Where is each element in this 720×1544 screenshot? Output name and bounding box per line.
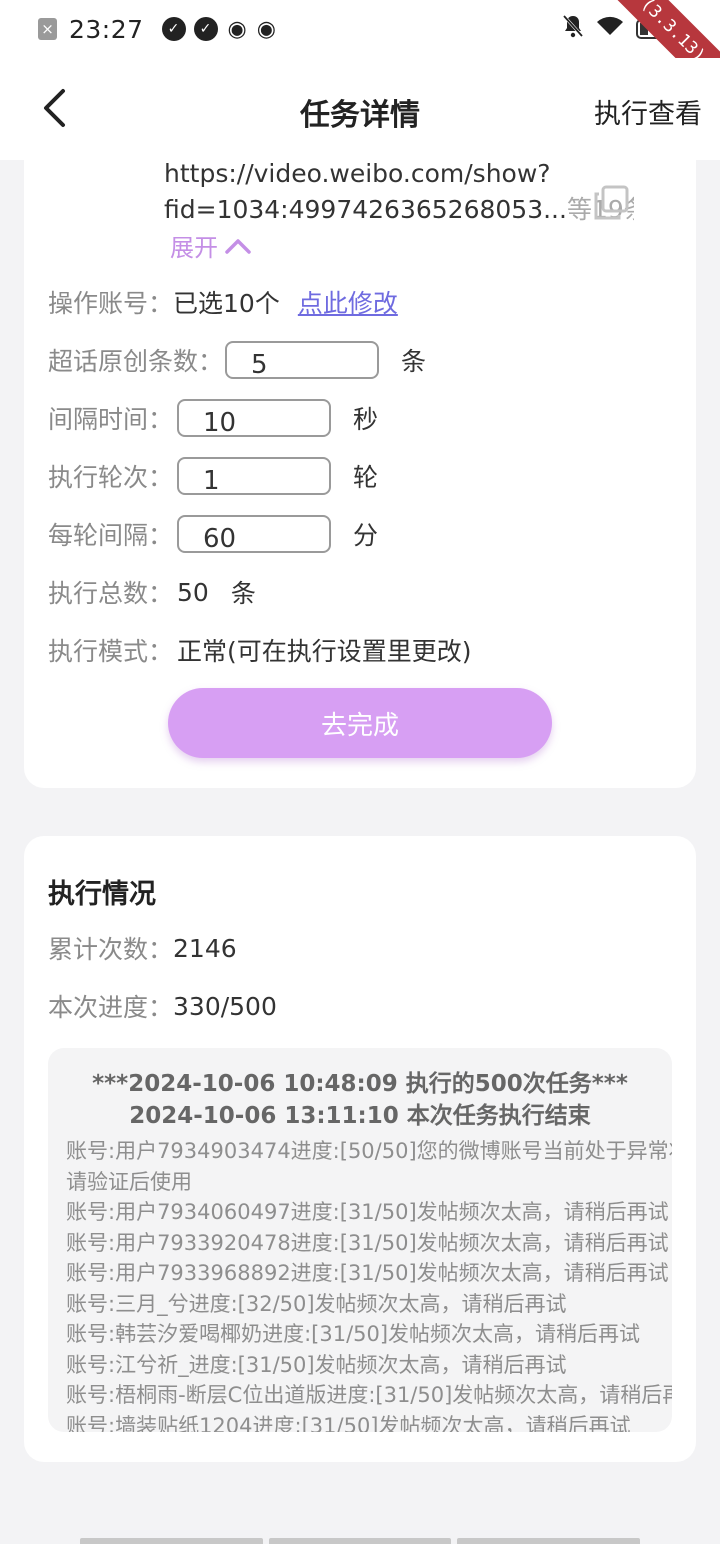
row-total: 执行总数： 50 条 bbox=[48, 572, 256, 612]
cumulative-value: 2146 bbox=[173, 933, 237, 963]
task-url-text[interactable]: https://video.weibo.com/show? fid=1034:4… bbox=[164, 156, 634, 228]
status-left: × 23:27 ✓ ✓ ◉ ◉ bbox=[38, 15, 276, 44]
log-line: 账号:用户7933968892进度:[31/50]发帖频次太高，请稍后再试 bbox=[66, 1261, 669, 1285]
execution-log-panel[interactable]: ***2024-10-06 10:48:09 执行的500次任务*** 2024… bbox=[48, 1048, 672, 1432]
check-circle-icon: ✓ bbox=[161, 17, 186, 41]
total-unit: 条 bbox=[230, 579, 256, 608]
log-header-end: 2024-10-06 13:11:10 本次任务执行结束 bbox=[129, 1103, 591, 1129]
interval-label: 间隔时间： bbox=[48, 405, 174, 434]
modify-account-link[interactable]: 点此修改 bbox=[298, 284, 398, 320]
progress-value: 330/500 bbox=[173, 991, 277, 1021]
chevron-left-icon bbox=[44, 89, 65, 127]
row-original-count: 超话原创条数： 5 条 bbox=[48, 340, 426, 380]
log-header-start: ***2024-10-06 10:48:09 执行的500次任务*** bbox=[92, 1071, 628, 1097]
weibo-icon: ◉ bbox=[256, 16, 276, 42]
row-cumulative: 累计次数： 2146 bbox=[48, 928, 237, 968]
bell-off-icon bbox=[562, 14, 584, 44]
original-count-unit: 条 bbox=[401, 347, 427, 376]
weibo-icon: ◉ bbox=[227, 16, 247, 42]
log-line: 账号:梧桐雨-断层C位出道版进度:[31/50]发帖频次太高，请稍后再试 bbox=[66, 1383, 672, 1407]
log-line: 账号:墙装贴纸1204进度:[31/50]发帖频次太高，请稍后再试 bbox=[66, 1413, 631, 1433]
log-line: 请验证后使用 bbox=[66, 1169, 192, 1194]
total-label: 执行总数： bbox=[48, 579, 174, 608]
app-header: 任务详情 执行查看 bbox=[0, 58, 720, 160]
check-circle-icon: ✓ bbox=[193, 17, 218, 41]
row-interval: 间隔时间： 10 秒 bbox=[48, 398, 378, 438]
row-account: 操作账号： 已选10个 点此修改 bbox=[48, 282, 398, 322]
copy-icon[interactable] bbox=[592, 184, 630, 222]
total-value: 50 bbox=[177, 577, 209, 607]
log-line: 账号:用户7934903474进度:[50/50]您的微博账号当前处于异常状态， bbox=[66, 1139, 672, 1163]
bottom-nav-indicator bbox=[80, 1538, 641, 1544]
row-rounds: 执行轮次： 1 轮 bbox=[48, 456, 378, 496]
account-label: 操作账号： bbox=[48, 289, 174, 318]
rounds-input[interactable]: 1 bbox=[177, 457, 332, 496]
round-gap-unit: 分 bbox=[353, 521, 379, 550]
expand-toggle[interactable]: 展开 bbox=[170, 228, 252, 263]
round-gap-input[interactable]: 60 bbox=[177, 515, 332, 554]
rounds-unit: 轮 bbox=[353, 463, 379, 492]
log-line: 账号:用户7933920478进度:[31/50]发帖频次太高，请稍后再试 bbox=[66, 1230, 669, 1255]
log-line: 账号:用户7934060497进度:[31/50]发帖频次太高，请稍后再试 bbox=[66, 1200, 669, 1224]
progress-label: 本次进度： bbox=[48, 993, 174, 1022]
execution-section-title: 执行情况 bbox=[48, 879, 156, 910]
row-mode: 执行模式： 正常(可在执行设置里更改) bbox=[48, 630, 472, 670]
execution-status-card: 执行情况 累计次数： 2146 本次进度： 330/500 ***2024-10… bbox=[24, 836, 696, 1462]
back-button[interactable] bbox=[36, 88, 72, 128]
original-count-input[interactable]: 5 bbox=[225, 341, 380, 380]
interval-input[interactable]: 10 bbox=[177, 399, 332, 438]
task-url-line-1: https://video.weibo.com/show? bbox=[164, 159, 551, 188]
mode-value: 正常(可在执行设置里更改) bbox=[177, 637, 472, 666]
log-lines: 账号:用户7934903474进度:[50/50]您的微博账号当前处于异常状态，… bbox=[48, 1136, 672, 1432]
status-bar: × 23:27 ✓ ✓ ◉ ◉ (3.3.13) bbox=[0, 0, 720, 117]
expand-label: 展开 bbox=[170, 234, 218, 262]
account-value: 已选10个 bbox=[173, 289, 280, 318]
status-time: 23:27 bbox=[69, 14, 144, 44]
log-line: 账号:江兮祈_进度:[31/50]发帖频次太高，请稍后再试 bbox=[66, 1352, 567, 1377]
chevron-up-icon bbox=[225, 238, 251, 254]
original-count-label: 超话原创条数： bbox=[48, 347, 224, 376]
wifi-icon bbox=[596, 15, 624, 43]
row-round-gap: 每轮间隔： 60 分 bbox=[48, 514, 378, 554]
round-gap-label: 每轮间隔： bbox=[48, 521, 174, 550]
mode-label: 执行模式： bbox=[48, 637, 174, 666]
go-complete-button[interactable]: 去完成 bbox=[168, 688, 552, 758]
task-detail-card: https://video.weibo.com/show? fid=1034:4… bbox=[24, 120, 696, 788]
interval-unit: 秒 bbox=[353, 405, 379, 434]
log-line: 账号:韩芸汐爱喝椰奶进度:[31/50]发帖频次太高，请稍后再试 bbox=[66, 1322, 641, 1346]
cumulative-label: 累计次数： bbox=[48, 935, 174, 964]
row-progress: 本次进度： 330/500 bbox=[48, 986, 277, 1026]
execution-view-button[interactable]: 执行查看 bbox=[594, 92, 702, 131]
log-line: 账号:三月_兮进度:[32/50]发帖频次太高，请稍后再试 bbox=[66, 1291, 567, 1316]
notification-close-icon: × bbox=[38, 18, 57, 40]
task-url-line-2: fid=1034:4997426365268053...等19条 bbox=[164, 192, 634, 228]
rounds-label: 执行轮次： bbox=[48, 463, 174, 492]
